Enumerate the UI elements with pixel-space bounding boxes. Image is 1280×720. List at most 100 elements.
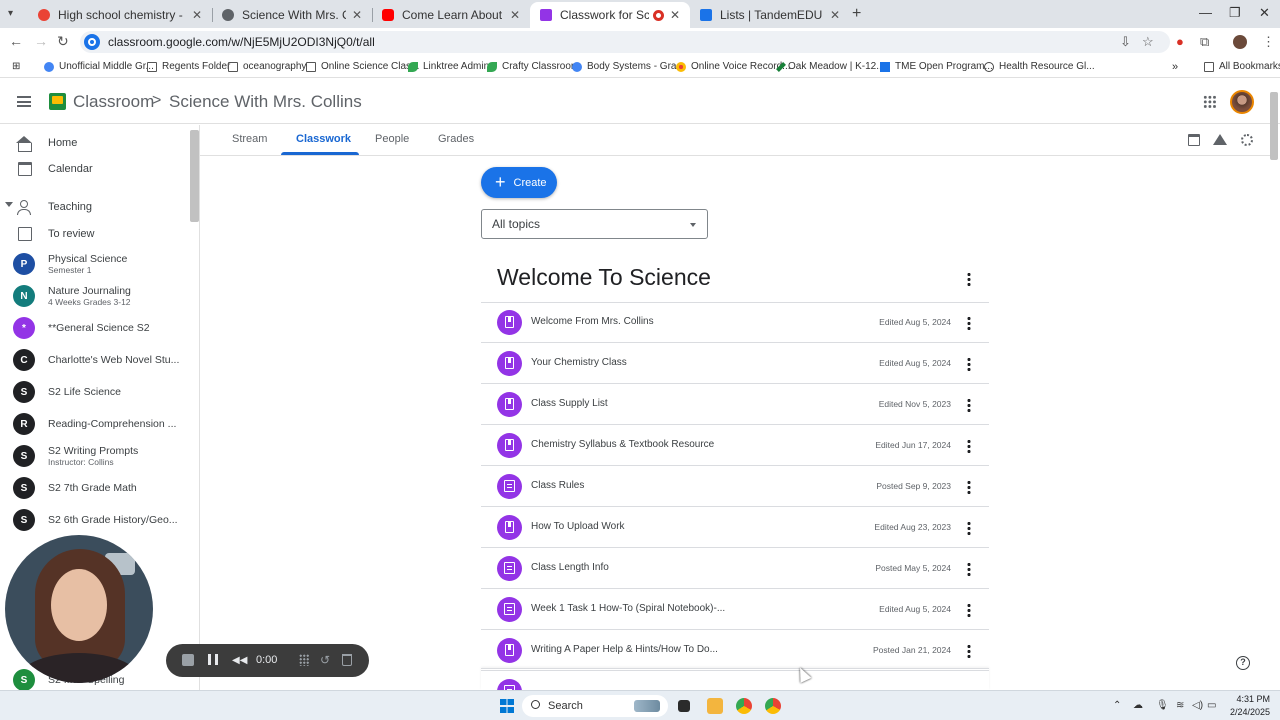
browser-tab-1[interactable]: High school chemistry - science ✕ (28, 2, 212, 28)
tab-stream[interactable]: Stream (232, 133, 267, 145)
classwork-item[interactable]: Your Chemistry Class Edited Aug 5, 2024 (481, 343, 989, 384)
classwork-item[interactable]: Class Length Info Posted May 5, 2024 (481, 548, 989, 589)
main-menu-icon[interactable] (17, 96, 31, 107)
close-tab-icon[interactable]: ✕ (830, 8, 840, 22)
sidebar-item-to-review[interactable]: To review (0, 221, 189, 247)
tab-classwork[interactable]: Classwork (296, 133, 351, 145)
classwork-item[interactable]: How To Upload Work Edited Aug 23, 2023 (481, 507, 989, 548)
topic-filter-select[interactable]: All topics (481, 209, 708, 239)
rewind-icon[interactable]: ◀◀ (232, 655, 247, 666)
address-bar[interactable]: classroom.google.com/w/NjE5MjU2ODI3NjQ0/… (80, 31, 1170, 53)
drag-handle-icon[interactable] (299, 654, 309, 666)
all-bookmarks[interactable]: All Bookmarks (1204, 61, 1280, 72)
back-icon[interactable]: ← (9, 33, 23, 49)
bookmark-8[interactable]: Online Voice Record... (676, 61, 791, 72)
course-nature-journaling[interactable]: N Nature Journaling 4 Weeks Grades 3-12 (0, 280, 189, 312)
classwork-item[interactable]: Class Rules Posted Sep 9, 2023 (481, 466, 989, 507)
install-app-icon[interactable]: ⇩ (1120, 34, 1131, 50)
item-more-options-icon[interactable] (967, 439, 971, 453)
class-name[interactable]: Science With Mrs. Collins (169, 92, 362, 112)
help-icon[interactable]: ? (1236, 656, 1250, 670)
browser-menu-icon[interactable]: ⋮ (1262, 34, 1275, 50)
chrome-icon[interactable] (736, 698, 752, 714)
page-scrollbar[interactable] (1270, 92, 1278, 160)
sidebar-item-calendar[interactable]: Calendar (0, 156, 189, 182)
reload-icon[interactable]: ↻ (57, 33, 69, 50)
classwork-item[interactable]: Writing A Paper Help & Hints/How To Do..… (481, 630, 989, 671)
tab-grades[interactable]: Grades (438, 133, 474, 145)
browser-tab-5[interactable]: Lists | TandemEDU ✕ (690, 2, 850, 28)
item-more-options-icon[interactable] (967, 398, 971, 412)
tab-search-icon[interactable]: ▾ (8, 8, 22, 22)
bookmark-4[interactable]: Online Science Clas... (306, 61, 419, 72)
item-more-options-icon[interactable] (967, 357, 971, 371)
task-view-icon[interactable] (678, 700, 690, 712)
browser-tab-3[interactable]: Come Learn About Science Wit ✕ (372, 2, 530, 28)
bookmark-7[interactable]: Body Systems - Gra... (572, 61, 685, 72)
network-icon[interactable]: ☁ (1133, 700, 1143, 711)
microphone-icon[interactable]: 🎙 (1156, 700, 1169, 711)
wifi-icon[interactable]: ≋ (1176, 700, 1184, 711)
site-info-icon[interactable] (84, 34, 100, 50)
classwork-item[interactable]: Week 1 Task 1 How-To (Spiral Notebook)-.… (481, 589, 989, 630)
stop-recording-icon[interactable] (182, 654, 194, 666)
item-more-options-icon[interactable] (967, 644, 971, 658)
close-tab-icon[interactable]: ✕ (670, 8, 680, 22)
create-button[interactable]: + Create (481, 167, 557, 198)
settings-gear-icon[interactable] (1241, 134, 1253, 146)
item-more-options-icon[interactable] (967, 603, 971, 617)
course-general-science[interactable]: * **General Science S2 (0, 312, 189, 344)
close-window-icon[interactable]: ✕ (1259, 5, 1270, 21)
google-apps-icon[interactable] (1203, 95, 1217, 109)
google-calendar-icon[interactable] (1188, 134, 1200, 146)
new-tab-icon[interactable]: + (852, 5, 861, 23)
classwork-item[interactable]: Welcome From Mrs. Collins Edited Aug 5, … (481, 302, 989, 343)
windows-start-icon[interactable] (500, 699, 514, 713)
item-more-options-icon[interactable] (967, 521, 971, 535)
drive-folder-icon[interactable] (1213, 134, 1227, 145)
item-more-options-icon[interactable] (967, 316, 971, 330)
item-more-options-icon[interactable] (967, 480, 971, 494)
apps-grid-icon[interactable]: ⊞ (12, 61, 20, 72)
chrome-profile-icon[interactable] (765, 698, 781, 714)
classwork-item[interactable]: Chemistry Syllabus & Textbook Resource E… (481, 425, 989, 466)
chevron-down-icon[interactable] (5, 202, 13, 207)
item-more-options-icon[interactable] (967, 562, 971, 576)
classwork-item-partial[interactable] (481, 668, 989, 704)
pause-icon[interactable] (208, 654, 218, 665)
show-hidden-icons-icon[interactable]: ⌃ (1113, 700, 1121, 711)
account-avatar[interactable] (1230, 90, 1254, 114)
battery-icon[interactable]: ▭ (1207, 700, 1216, 711)
bookmark-6[interactable]: Crafty Classroom (487, 61, 579, 72)
restore-icon[interactable]: ❐ (1229, 5, 1241, 21)
bookmark-5[interactable]: Linktree Admin (408, 61, 489, 72)
taskbar-search[interactable]: Search (522, 695, 668, 717)
tab-people[interactable]: People (375, 133, 409, 145)
bookmark-3[interactable]: oceanography (228, 61, 306, 72)
file-explorer-icon[interactable] (707, 698, 723, 714)
classwork-item[interactable]: Class Supply List Edited Nov 5, 2023 (481, 384, 989, 425)
topic-more-options-icon[interactable] (967, 272, 971, 286)
course-life-science[interactable]: S S2 Life Science (0, 376, 189, 408)
sidebar-item-teaching[interactable]: Teaching (0, 194, 189, 220)
course-physical-science[interactable]: P Physical Science Semester 1 (0, 248, 189, 280)
bookmark-star-icon[interactable]: ☆ (1142, 34, 1154, 50)
profile-avatar[interactable] (1233, 35, 1247, 49)
delete-icon[interactable] (342, 654, 352, 666)
more-bookmarks-icon[interactable]: » (1172, 61, 1178, 73)
bookmark-10[interactable]: TME Open Program... (880, 61, 993, 72)
close-tab-icon[interactable]: ✕ (192, 8, 202, 22)
extensions-icon[interactable]: ⧉ (1200, 34, 1209, 50)
system-clock[interactable]: 4:31 PM 2/24/2025 (1220, 693, 1270, 719)
browser-tab-4-active[interactable]: Classwork for Science With ✕ (530, 2, 690, 28)
course-writing-prompts[interactable]: S S2 Writing Prompts Instructor: Collins (0, 440, 189, 472)
restart-icon[interactable]: ↺ (320, 653, 330, 667)
close-tab-icon[interactable]: ✕ (510, 8, 520, 22)
bookmark-2[interactable]: Regents Folder (147, 61, 230, 72)
bookmark-1[interactable]: Unofficial Middle Gr... (44, 61, 154, 72)
browser-tab-2[interactable]: Science With Mrs. Collins ✕ (212, 2, 372, 28)
minimize-icon[interactable]: — (1199, 5, 1212, 20)
close-tab-icon[interactable]: ✕ (352, 8, 362, 22)
bookmark-9[interactable]: Oak Meadow | K-12... (776, 61, 885, 72)
webcam-overlay[interactable] (5, 535, 153, 683)
